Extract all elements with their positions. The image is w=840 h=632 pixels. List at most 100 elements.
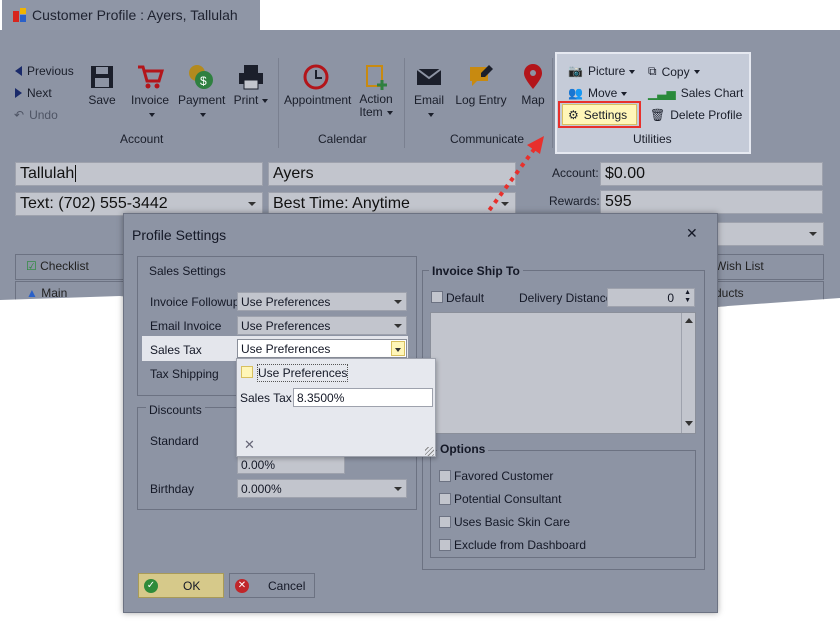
log-entry-button[interactable]: Log Entry [454,63,508,107]
delivery-distance-spinner[interactable]: 0 ▲ ▼ [607,288,695,307]
chevron-down-icon [809,232,817,236]
birthday-discount-select[interactable]: 0.000% [237,479,407,498]
tab-customer-profile[interactable]: Customer Profile : Ayers, Tallulah [2,0,260,30]
settings-label: Settings [583,107,628,122]
group-label-account: Account [120,132,164,146]
email-button[interactable]: Email [412,63,446,121]
action-item-button[interactable]: Action Item [356,63,396,119]
first-name-field[interactable]: Tallulah [15,162,263,186]
chevron-down-icon [394,324,402,328]
default-checkbox[interactable] [431,291,443,303]
last-name-value: Ayers [273,165,314,182]
exclude-dashboard-checkbox[interactable] [439,539,451,551]
sales-settings-title: Sales Settings [146,264,229,278]
use-preferences-option[interactable]: Use Preferences [257,364,349,382]
print-label: Print [234,93,269,107]
products-label: ducts [715,286,744,300]
svg-text:$: $ [200,74,207,88]
scroll-down-icon[interactable] [685,421,693,426]
log-entry-icon [470,65,493,86]
sales-tax-select[interactable]: Use Preferences [237,339,407,358]
cancel-button[interactable]: ✕ Cancel [229,573,315,598]
email-label: Email [414,93,444,121]
home-icon: ▲ [26,286,38,300]
rewards-value: 595 [600,190,823,214]
check-icon: ✓ [144,578,158,593]
chevron-down-icon[interactable] [391,341,405,356]
bar-chart-icon: ▁▃▅ [648,86,676,100]
clock-icon [303,64,329,90]
action-item-label-line2: Item [359,105,392,119]
dropdown-sales-tax-label: Sales Tax [240,391,292,405]
gears-icon: ⚙ [568,107,579,122]
sales-tax-rate-value: 8.3500% [297,391,345,405]
arrow-head-top [527,136,544,154]
delete-profile-label: Delete Profile [670,108,743,122]
close-icon[interactable]: ✕ [686,225,698,242]
picture-button[interactable]: 📷 Picture [568,64,635,78]
close-icon[interactable]: ✕ [244,437,255,453]
sales-chart-button[interactable]: ▁▃▅ Sales Chart [648,86,743,100]
ship-to-address-box[interactable] [430,312,696,434]
trash-icon: 🗑 [650,108,666,122]
save-button[interactable]: Save [86,63,118,107]
previous-button[interactable]: Previous [15,64,74,78]
standard-label: Standard [150,434,199,448]
map-label: Map [521,93,545,107]
camera-icon: 📷 [568,64,583,78]
invoice-followup-select[interactable]: Use Preferences [237,292,407,311]
undo-button[interactable]: ↶ Undo [14,108,58,122]
main-tab[interactable]: ▲ Main [15,281,125,307]
email-invoice-label: Email Invoice [150,319,222,333]
delete-profile-button[interactable]: 🗑 Delete Profile [650,108,742,122]
checklist-tab[interactable]: ☑ Checklist [15,254,125,280]
chevron-down-icon [248,202,256,206]
potential-consultant-checkbox[interactable] [439,493,451,505]
save-label: Save [88,93,116,107]
resize-grip-icon[interactable] [425,447,434,456]
spinner-arrows-icon[interactable]: ▲ ▼ [684,289,691,305]
email-invoice-select[interactable]: Use Preferences [237,316,407,335]
undo-label: Undo [29,108,58,122]
save-icon [91,66,113,88]
map-button[interactable]: Map [518,63,548,107]
invoice-ship-to-title: Invoice Ship To [429,264,523,278]
basic-skin-care-checkbox[interactable] [439,516,451,528]
print-button[interactable]: Print [233,63,269,107]
scrollbar[interactable] [681,313,695,433]
standard-discount-field[interactable]: 0.00% [237,455,345,474]
move-button[interactable]: 👥 Move [568,86,627,100]
next-button[interactable]: Next [15,86,52,100]
products-tab[interactable]: ducts [708,281,824,307]
cancel-label: Cancel [268,578,306,593]
appointment-label: Appointment [284,93,352,107]
dialog-title: Profile Settings [132,227,227,243]
printer-icon [239,65,263,90]
sales-tax-dropdown: Use Preferences Sales Tax 8.3500% ✕ [236,358,436,457]
wish-list-label: Wish List [715,259,764,273]
scroll-up-icon[interactable] [685,318,693,323]
email-invoice-value: Use Preferences [241,319,331,333]
invoice-button[interactable]: Invoice [130,63,170,121]
options-title: Options [437,442,489,456]
exclude-dashboard-label: Exclude from Dashboard [454,538,587,552]
invoice-label: Invoice [131,93,169,121]
delivery-distance-label: Delivery Distance [519,291,613,305]
discounts-title: Discounts [146,403,205,417]
bg-dropdown[interactable] [700,222,824,246]
action-item-label-line1: Action [359,92,393,106]
payment-button[interactable]: $ Payment [178,63,225,121]
chevron-down-icon [394,487,402,491]
chevron-down-icon [394,300,402,304]
copy-button[interactable]: ⧉ Copy [648,64,700,79]
use-preferences-checkbox[interactable] [241,366,253,378]
wish-list-tab[interactable]: Wish List [708,254,824,280]
favored-customer-checkbox[interactable] [439,470,451,482]
settings-button[interactable]: ⚙ Settings [562,104,637,125]
birthday-discount-value: 0.000% [241,482,282,496]
ok-button[interactable]: ✓ OK [138,573,224,598]
appointment-button[interactable]: Appointment [284,63,352,107]
move-label: Move [588,86,627,100]
right-arrow-icon [15,88,22,98]
sales-tax-rate-field[interactable]: 8.3500% [293,388,433,407]
